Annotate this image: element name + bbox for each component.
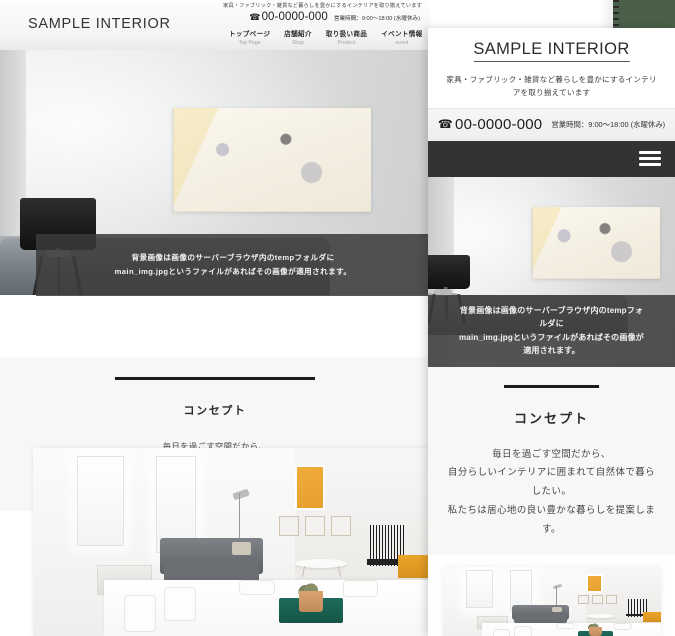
mobile-hero-caption-line-1: 背景画像は画像のサーバーブラウザ内のtempフォ (459, 306, 644, 316)
mobile-phone-number[interactable]: ☎ 00-0000-000 (438, 116, 542, 133)
room-lamp-pole (239, 493, 241, 542)
room-dining-chair-4 (342, 579, 379, 597)
hamburger-line-3 (639, 163, 661, 167)
room-dining-chair-1 (492, 629, 511, 636)
room-dining-chair-2 (514, 625, 532, 636)
mobile-concept-room-photo (442, 566, 661, 636)
hero-caption-line-1: 背景画像は画像のサーバーブラウザ内のtempフォルダに (131, 252, 335, 262)
room-wall-shelf-1 (577, 595, 589, 605)
nav-label-jp: 店舗紹介 (284, 31, 312, 38)
nav-label-en: Shop (291, 39, 305, 46)
concept-title: コンセプト (183, 405, 247, 417)
room-lamp-pole (555, 585, 557, 607)
room-plant-pot (588, 627, 602, 636)
room-yellow-chair (398, 555, 430, 578)
nav-label-jp: トップページ (229, 31, 271, 38)
room-window-1 (466, 569, 493, 609)
room-orange-poster (586, 573, 603, 593)
mobile-hero-lamp-shade (428, 254, 470, 289)
mobile-site-logo[interactable]: SAMPLE INTERIOR (473, 40, 630, 62)
room-wall-shelf-2 (591, 595, 603, 605)
room-dining-chair-4 (612, 622, 633, 630)
room-dining-chair-3 (239, 579, 276, 595)
concept-room-photo (33, 448, 430, 636)
nav-item-event[interactable]: イベント情報 event (374, 28, 429, 50)
room-orange-poster (295, 464, 325, 511)
desktop-site-header: SAMPLE INTERIOR 家具・ファブリック・雑貨など暮らしを豊かにするイ… (0, 0, 430, 52)
room-wall-shelf-1 (279, 515, 299, 537)
desktop-preview-panel: SAMPLE INTERIOR 家具・ファブリック・雑貨など暮らしを豊かにするイ… (0, 0, 430, 636)
mobile-preview-panel: SAMPLE INTERIOR 家具・ファブリック・雑貨など暮らしを豊かにするイ… (428, 28, 675, 636)
header-contact: ☎ 00-0000-000 営業時間：9:00〜18:00 (水曜休み) (249, 11, 420, 23)
telephone-icon: ☎ (249, 11, 261, 22)
mobile-concept-line-3: したい。 (531, 485, 572, 497)
mobile-header: SAMPLE INTERIOR 家具・ファブリック・雑貨など暮らしを豊かにするイ… (428, 28, 675, 108)
room-cushion (551, 606, 563, 613)
room-dining-chair-1 (124, 594, 157, 633)
room-plant-pot (298, 590, 323, 612)
room-lamp-head (552, 583, 562, 590)
business-hours: 営業時間：9:00〜18:00 (水曜休み) (333, 15, 420, 22)
mobile-phone-number-text: 00-0000-000 (455, 115, 543, 133)
mobile-concept-body: 毎日を過ごす空間だから、 自分らしいインテリアに囲まれて自然体で暮ら したい。 … (428, 445, 675, 539)
room-sofa-base (164, 557, 260, 582)
mobile-concept-section: コンセプト 毎日を過ごす空間だから、 自分らしいインテリアに囲まれて自然体で暮ら… (428, 366, 675, 555)
main-navigation: トップページ Top Page 店舗紹介 Shop 取り扱い商品 Product… (222, 28, 430, 52)
mobile-hero-caption-line-4: 適用されます。 (523, 345, 580, 355)
section-divider (115, 377, 315, 380)
mobile-contact-bar: ☎ 00-0000-000 営業時間：9:00〜18:00 (水曜休み) (428, 107, 675, 141)
hamburger-line-1 (639, 151, 661, 155)
mobile-concept-line-1: 毎日を過ごす空間だから、 (492, 447, 611, 459)
mobile-hero-caption-line-3: main_img.jpgというファイルがあればその画像が (458, 332, 644, 342)
site-logo[interactable]: SAMPLE INTERIOR (28, 16, 171, 32)
mobile-hero-banner: 背景画像は画像のサーバーブラウザ内のtempフォ ルダに main_img.jp… (428, 176, 675, 367)
nav-label-en: event (395, 39, 409, 46)
room-coffee-table (586, 613, 615, 618)
nav-label-jp: 取り扱い商品 (325, 31, 368, 38)
hero-caption-overlay: 背景画像は画像のサーバーブラウザ内のtempフォルダに main_img.jpg… (36, 234, 430, 296)
mobile-hero-abstract-painting (532, 206, 660, 279)
nav-item-shop[interactable]: 店舗紹介 Shop (277, 28, 319, 50)
telephone-icon: ☎ (437, 117, 454, 132)
mobile-business-hours: 営業時間：9:00〜18:00 (水曜休み) (551, 119, 666, 129)
nav-item-top-page[interactable]: トップページ Top Page (222, 28, 278, 52)
room-lamp-head (232, 488, 250, 501)
mobile-room-illustration (442, 566, 661, 636)
hamburger-menu-icon[interactable] (639, 148, 661, 169)
phone-number[interactable]: ☎ 00-0000-000 (249, 11, 328, 23)
room-illustration (33, 448, 430, 636)
room-dining-chair-3 (555, 622, 576, 630)
mobile-hero-caption-line-2: ルダに (539, 319, 564, 329)
mobile-concept-title: コンセプト (513, 410, 589, 426)
nav-item-product[interactable]: 取り扱い商品 Product (319, 28, 374, 50)
hero-caption-line-2: main_img.jpgというファイルがあればその画像が適用されます。 (114, 267, 352, 276)
nav-label-en: Top Page (238, 39, 261, 46)
mobile-concept-line-2: 自分らしいインテリアに囲まれて自然体で暮ら (447, 466, 656, 478)
room-yellow-chair (643, 612, 661, 622)
room-wall-shelf-3 (330, 515, 351, 537)
mobile-site-tagline: 家具・ファブリック・雑貨など暮らしを豊かにするインテリアを取り揃えています (446, 75, 657, 98)
phone-number-text: 00-0000-000 (261, 11, 328, 23)
mobile-concept-line-5: す。 (542, 522, 561, 534)
site-tagline: 家具・ファブリック・雑貨など暮らしを豊かにするインテリアを取り揃えています (222, 3, 422, 9)
nav-label-en: Product (337, 39, 356, 46)
mobile-hero-caption-overlay: 背景画像は画像のサーバーブラウザ内のtempフォ ルダに main_img.jp… (428, 294, 675, 367)
hamburger-line-2 (639, 157, 661, 161)
room-window-1 (76, 455, 125, 546)
mobile-menu-bar (428, 140, 675, 177)
hero-abstract-painting (173, 108, 371, 212)
mobile-section-divider (504, 384, 599, 388)
room-wall-shelf-2 (304, 515, 325, 537)
room-cushion (231, 542, 252, 556)
nav-label-jp: イベント情報 (381, 31, 423, 38)
room-dining-chair-2 (164, 587, 196, 621)
mobile-concept-line-4: 私たちは居心地の良い豊かな暮らしを提案しま (447, 504, 656, 515)
page-root: SAMPLE INTERIOR 家具・ファブリック・雑貨など暮らしを豊かにするイ… (0, 0, 675, 636)
room-wall-shelf-3 (606, 595, 617, 605)
